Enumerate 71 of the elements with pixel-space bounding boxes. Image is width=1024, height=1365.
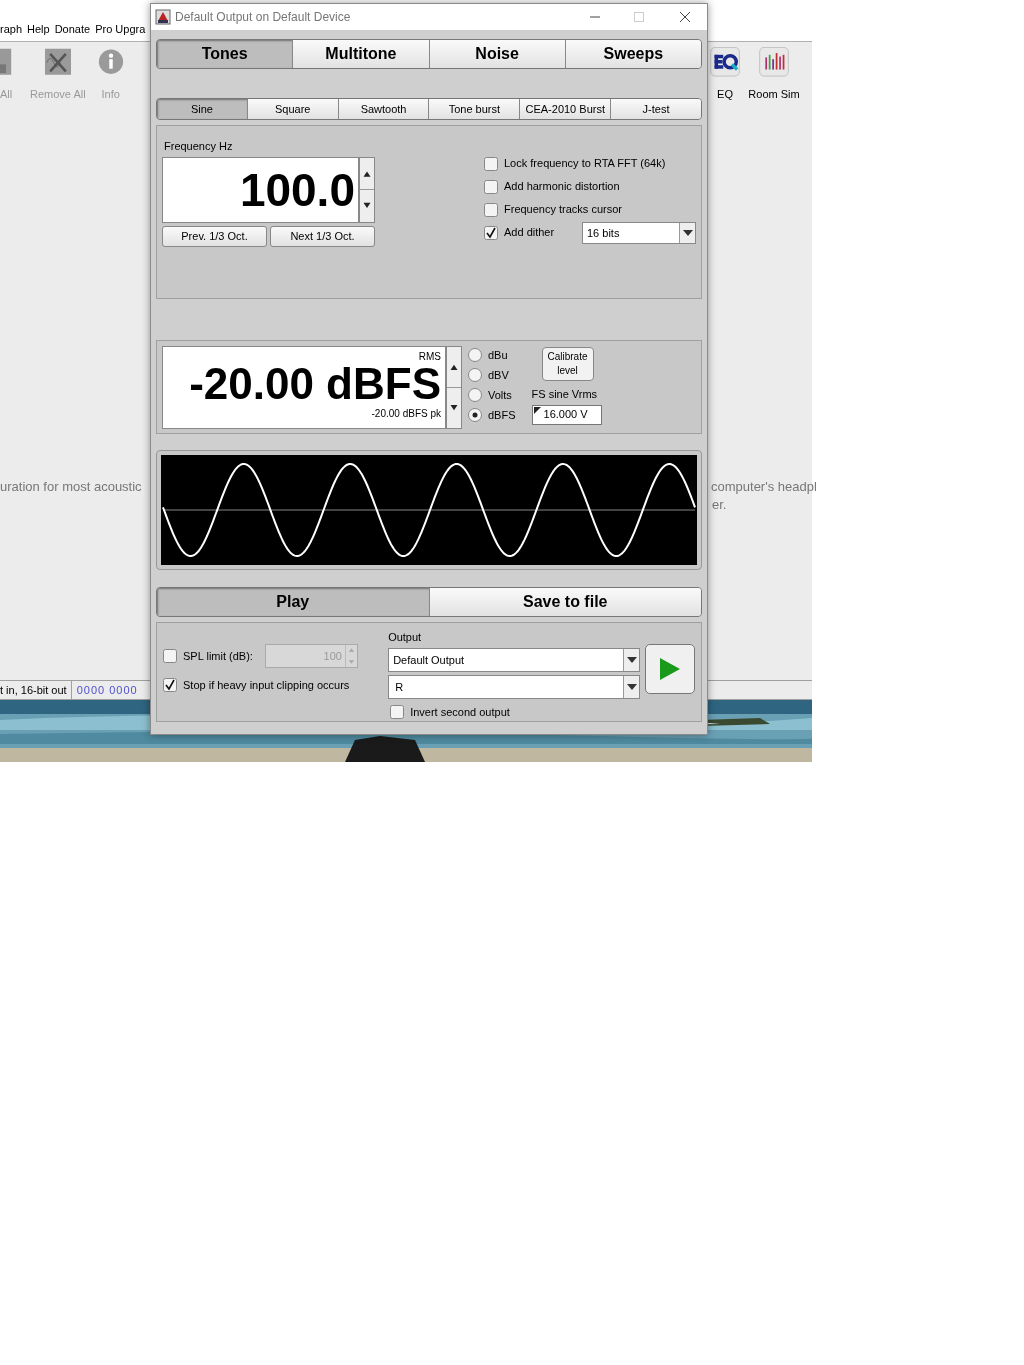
radio-button[interactable] xyxy=(468,408,482,422)
tab[interactable]: Tone burst xyxy=(428,99,520,119)
menu-item[interactable]: Pro Upgra xyxy=(95,20,146,37)
menu-item[interactable]: Donate xyxy=(54,20,91,37)
radio-button[interactable] xyxy=(468,368,482,382)
option-label: Add dither xyxy=(504,225,556,241)
unit-label: dBV xyxy=(488,367,509,383)
tab[interactable]: Save to file xyxy=(428,588,701,616)
toolbar-label: All xyxy=(0,86,13,102)
output-device-dropdown[interactable]: Default Output xyxy=(388,647,641,672)
checkbox[interactable] xyxy=(484,202,498,217)
description-text: computer's headpl xyxy=(711,478,817,496)
description-text: er. xyxy=(712,496,727,514)
tab[interactable]: CEA-2010 Burst xyxy=(519,99,611,119)
invert-label: Invert second output xyxy=(410,704,510,720)
toolbar-label: EQ xyxy=(717,86,733,102)
corner-mark-icon xyxy=(533,406,541,414)
octave-button[interactable]: Next 1/3 Oct. xyxy=(270,225,375,247)
window-title: Default Output on Default Device xyxy=(175,9,352,26)
eq-logo-icon[interactable] xyxy=(708,47,742,77)
spl-limit-label: SPL limit (dB): xyxy=(183,648,253,664)
rms-label: RMS xyxy=(418,350,441,364)
tab[interactable]: J-test xyxy=(610,99,701,119)
toolbar-label: Room Sim xyxy=(748,86,800,102)
toolbar-label: Info xyxy=(101,86,120,102)
play-icon xyxy=(660,658,681,680)
dropdown-arrow-icon xyxy=(626,656,637,663)
description-text: uration for most acoustic xyxy=(0,478,142,496)
checkbox[interactable] xyxy=(390,704,405,719)
menu-item[interactable]: raph xyxy=(0,20,23,37)
option-label: Frequency tracks cursor xyxy=(504,202,622,218)
checkbox[interactable] xyxy=(484,156,498,171)
tab[interactable]: Noise xyxy=(428,40,565,68)
output-label: Output xyxy=(388,630,423,645)
checkbox[interactable] xyxy=(484,225,498,240)
dither-dropdown[interactable]: 16 bits xyxy=(582,221,696,244)
toolbar-label: Remove All xyxy=(30,86,86,102)
close-icon[interactable] xyxy=(679,11,691,23)
octave-button[interactable]: Prev. 1/3 Oct. xyxy=(162,225,267,247)
unit-label: Volts xyxy=(488,387,512,403)
play-button[interactable] xyxy=(645,644,695,694)
radio-button[interactable] xyxy=(468,388,482,402)
tab[interactable]: Sweeps xyxy=(564,40,701,68)
unit-label: dBFS xyxy=(488,407,516,423)
tab[interactable]: Tones xyxy=(157,40,293,68)
bar-chart-icon[interactable] xyxy=(757,47,791,77)
tab[interactable]: Multitone xyxy=(292,40,429,68)
checkbox[interactable] xyxy=(163,678,177,693)
fs-field[interactable]: 16.000 V xyxy=(531,404,602,425)
dropdown-arrow-icon xyxy=(626,683,637,690)
frequency-label: Frequency Hz xyxy=(164,139,234,154)
clipping-label: Stop if heavy input clipping occurs xyxy=(183,678,350,693)
level-value[interactable]: -20.00 dBFS xyxy=(189,362,441,406)
status-text: 0000 0000 xyxy=(75,683,138,698)
app-icon xyxy=(155,9,171,25)
tab[interactable]: Sawtooth xyxy=(337,99,429,119)
fs-label: FS sine Vrms xyxy=(531,387,599,402)
unit-label: dBu xyxy=(488,347,508,363)
option-label: Add harmonic distortion xyxy=(504,179,620,195)
status-text: t in, 16-bit out xyxy=(0,681,72,699)
tab[interactable]: Sine xyxy=(157,99,247,119)
dropdown-arrow-icon xyxy=(682,229,693,236)
tab[interactable]: Play xyxy=(157,588,429,616)
tab[interactable]: Square xyxy=(246,99,338,119)
checkbox[interactable] xyxy=(484,179,498,194)
option-label: Lock frequency to RTA FFT (64k) xyxy=(504,156,666,172)
radio-button[interactable] xyxy=(468,348,482,362)
peak-reading: -20.00 dBFS pk xyxy=(371,407,441,421)
calibrate-level-button[interactable]: Calibrate level xyxy=(541,347,594,381)
output-channel-dropdown[interactable]: R xyxy=(388,674,641,699)
menu-item[interactable]: Help xyxy=(27,20,50,37)
